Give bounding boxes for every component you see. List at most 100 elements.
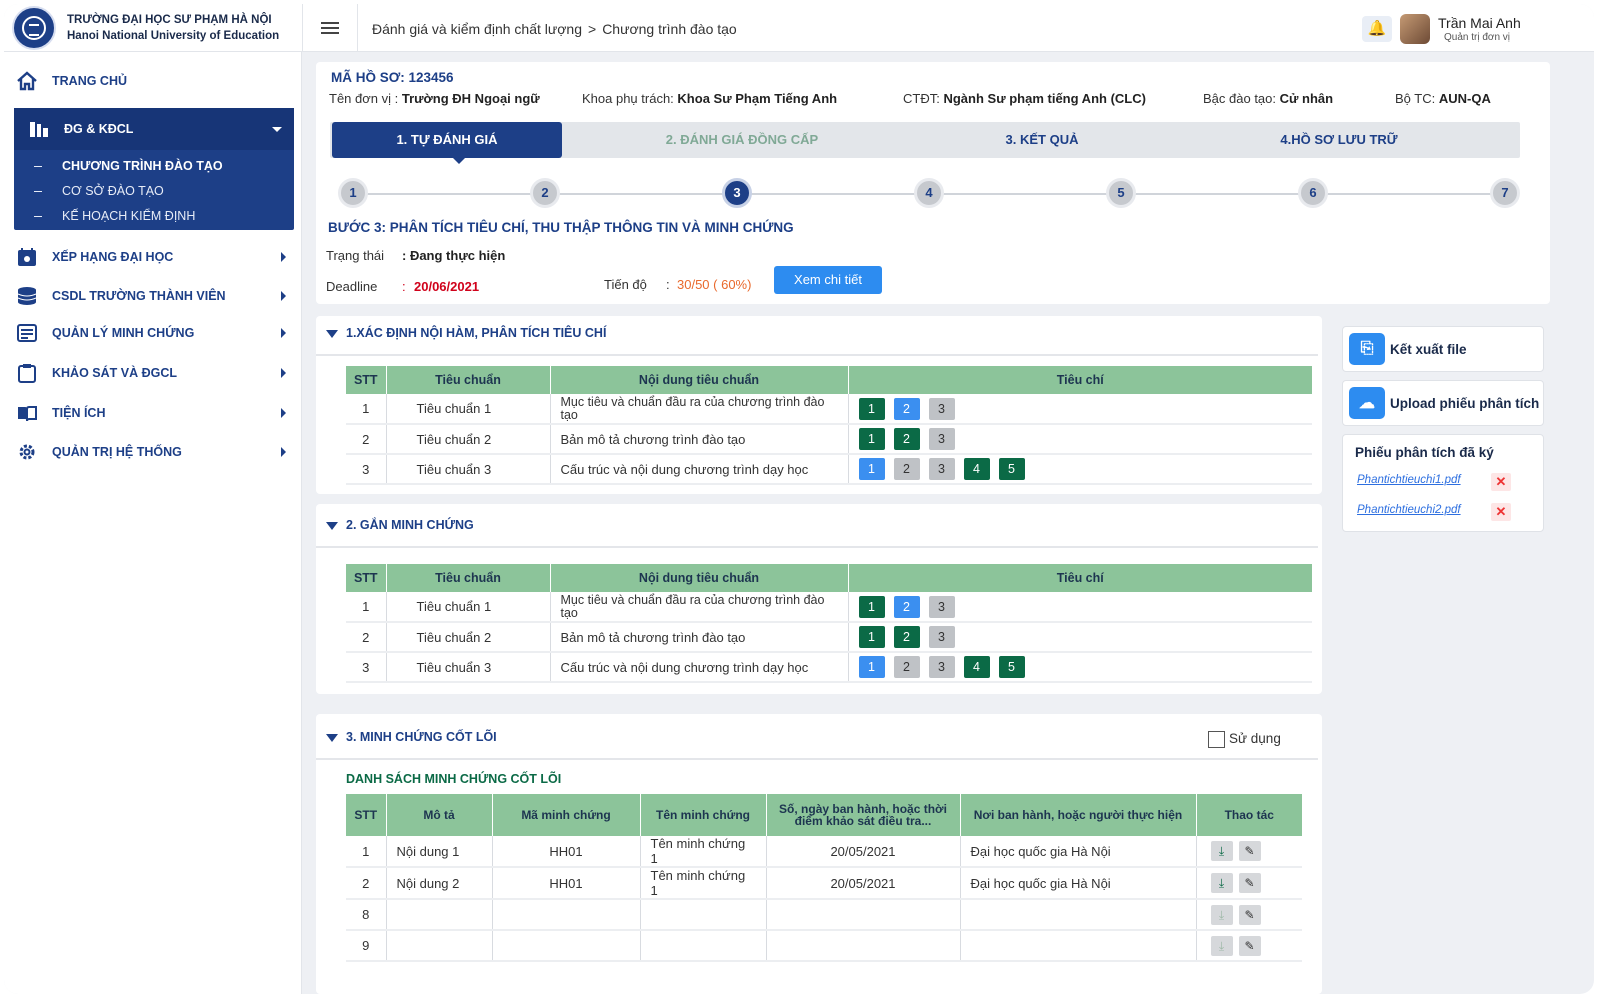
sidebar-subitem-label: CƠ SỞ ĐÀO TẠO bbox=[62, 184, 164, 198]
criteria-chip[interactable]: 1 bbox=[858, 595, 885, 618]
cell-standard: Tiêu chuẩn 2 bbox=[386, 622, 551, 653]
tab-archive[interactable]: 4.HỒ SƠ LƯU TRỮ bbox=[1162, 122, 1516, 158]
sidebar-item-home[interactable]: TRANG CHỦ bbox=[16, 70, 296, 92]
download-icon[interactable]: ⤓ bbox=[1210, 873, 1233, 893]
file-link-2[interactable]: Phantichtieuchi2.pdf bbox=[1357, 504, 1461, 516]
criteria-chip[interactable]: 1 bbox=[858, 397, 885, 420]
books-icon bbox=[30, 122, 48, 137]
section-2-header[interactable]: 2. GẮN MINH CHỨNG bbox=[326, 518, 474, 532]
cell-content: Mục tiêu và chuẩn đầu ra của chương trìn… bbox=[550, 394, 849, 425]
user-name[interactable]: Trần Mai Anh bbox=[1438, 15, 1521, 31]
download-icon[interactable]: ⤓ bbox=[1210, 935, 1233, 956]
cell-criteria-chips: 12345 bbox=[848, 454, 1312, 485]
sidebar-subitem-program[interactable]: CHƯƠNG TRÌNH ĐÀO TẠO bbox=[34, 159, 223, 173]
use-toggle[interactable]: Sử dụng bbox=[1208, 731, 1281, 748]
file-link-1[interactable]: Phantichtieuchi1.pdf bbox=[1357, 474, 1461, 486]
criteria-chip[interactable]: 1 bbox=[858, 458, 885, 480]
sidebar-item-member-db[interactable]: CSDL TRƯỜNG THÀNH VIÊN bbox=[16, 285, 296, 307]
step-5[interactable]: 5 bbox=[1106, 178, 1136, 208]
download-icon[interactable]: ⤓ bbox=[1210, 904, 1233, 925]
profile-unit-label: Tên đơn vị : bbox=[329, 91, 399, 106]
criteria-chip[interactable]: 2 bbox=[893, 626, 920, 648]
cell-description: Nội dung 2 bbox=[386, 867, 493, 900]
cell-stt: 2 bbox=[346, 622, 387, 653]
avatar[interactable] bbox=[1400, 14, 1430, 44]
criteria-chip[interactable]: 5 bbox=[998, 656, 1025, 678]
criteria-chip[interactable]: 3 bbox=[928, 458, 955, 480]
sidebar-subitem-institution[interactable]: CƠ SỞ ĐÀO TẠO bbox=[34, 184, 164, 198]
sidebar-group-dg-kdcl: ĐG & KĐCL CHƯƠNG TRÌNH ĐÀO TẠO CƠ SỞ ĐÀO… bbox=[14, 108, 294, 230]
sidebar-item-survey[interactable]: KHẢO SÁT VÀ ĐGCL bbox=[16, 362, 296, 384]
step-2[interactable]: 2 bbox=[530, 178, 560, 208]
sidebar-item-label: TRANG CHỦ bbox=[52, 74, 127, 88]
chevron-right-icon bbox=[281, 252, 286, 262]
export-file-button[interactable]: ⎘ Kết xuất file bbox=[1342, 326, 1544, 372]
criteria-chip[interactable]: 3 bbox=[928, 626, 955, 648]
criteria-chip[interactable]: 1 bbox=[858, 656, 885, 678]
list-board-icon bbox=[17, 324, 37, 342]
remove-file-2-close-icon[interactable]: ✕ bbox=[1491, 503, 1511, 521]
criteria-chip[interactable]: 1 bbox=[858, 428, 885, 450]
chevron-right-icon bbox=[281, 328, 286, 338]
notification-bell-icon[interactable]: 🔔 bbox=[1362, 16, 1392, 42]
tab-peer-assessment[interactable]: 2. ĐÁNH GIÁ ĐỒNG CẤP bbox=[562, 122, 922, 158]
criteria-chip[interactable]: 1 bbox=[858, 626, 885, 648]
remove-file-1-close-icon[interactable]: ✕ bbox=[1491, 473, 1511, 491]
chevron-right-icon bbox=[281, 291, 286, 301]
university-logo-icon bbox=[12, 6, 56, 50]
criteria-chip[interactable]: 2 bbox=[893, 595, 920, 618]
col-content: Nội dung tiêu chuẩn bbox=[550, 366, 849, 394]
section-1-header[interactable]: 1.XÁC ĐỊNH NỘI HÀM, PHÂN TÍCH TIÊU CHÍ bbox=[326, 326, 606, 340]
criteria-chip[interactable]: 3 bbox=[928, 656, 955, 678]
progress-colon: : bbox=[666, 277, 670, 292]
criteria-chip[interactable]: 2 bbox=[893, 458, 920, 480]
sidebar-item-system-admin[interactable]: QUẢN TRỊ HỆ THỐNG bbox=[16, 441, 296, 463]
step-1[interactable]: 1 bbox=[338, 178, 368, 208]
cell-actions: ⤓ ✎ bbox=[1196, 899, 1302, 931]
col-stt: STT bbox=[346, 564, 387, 592]
sidebar-item-evidence[interactable]: QUẢN LÝ MINH CHỨNG bbox=[16, 322, 296, 344]
sidebar-subitem-plan[interactable]: KẾ HOẠCH KIỂM ĐỊNH bbox=[34, 209, 195, 223]
tab-self-assessment[interactable]: 1. TỰ ĐÁNH GIÁ bbox=[332, 122, 562, 158]
criteria-chip[interactable]: 3 bbox=[928, 595, 955, 618]
cell-issuer bbox=[960, 930, 1197, 962]
criteria-chip[interactable]: 2 bbox=[893, 428, 920, 450]
step-7[interactable]: 7 bbox=[1490, 178, 1520, 208]
section-core-evidence: 3. MINH CHỨNG CỐT LÕI Sử dụng DANH SÁCH … bbox=[316, 714, 1322, 994]
edit-pencil-icon[interactable]: ✎ bbox=[1238, 904, 1261, 925]
cell-standard: Tiêu chuẩn 1 bbox=[386, 592, 551, 623]
view-detail-button[interactable]: Xem chi tiết bbox=[774, 266, 882, 294]
breadcrumb-item-quality[interactable]: Đánh giá và kiểm định chất lượng bbox=[372, 21, 582, 37]
criteria-chip[interactable]: 3 bbox=[928, 397, 955, 420]
edit-pencil-icon[interactable]: ✎ bbox=[1238, 873, 1261, 893]
step-4[interactable]: 4 bbox=[914, 178, 944, 208]
sidebar-item-utilities[interactable]: TIỆN ÍCH bbox=[16, 402, 296, 424]
criteria-chip[interactable]: 3 bbox=[928, 428, 955, 450]
profile-unit: Tên đơn vị : Trường ĐH Ngoại ngữ bbox=[329, 91, 540, 106]
criteria-chip[interactable]: 2 bbox=[893, 656, 920, 678]
section-3-header[interactable]: 3. MINH CHỨNG CỐT LÕI bbox=[326, 730, 497, 744]
cell-stt: 2 bbox=[346, 424, 387, 455]
deadline-value: 20/06/2021 bbox=[414, 279, 480, 294]
upload-analysis-button[interactable]: ☁ Upload phiếu phân tích bbox=[1342, 380, 1544, 426]
edit-pencil-icon[interactable]: ✎ bbox=[1238, 935, 1261, 956]
criteria-chip[interactable]: 5 bbox=[998, 458, 1025, 480]
sidebar-item-ranking[interactable]: XẾP HẠNG ĐẠI HỌC bbox=[16, 246, 296, 268]
criteria-chip[interactable]: 4 bbox=[963, 656, 990, 678]
profile-faculty-label: Khoa phụ trách: bbox=[582, 91, 674, 106]
sidebar-item-label: TIỆN ÍCH bbox=[52, 406, 106, 420]
brand-line-2: Hanoi National University of Education bbox=[67, 30, 280, 42]
step-3[interactable]: 3 bbox=[722, 178, 752, 208]
criteria-chip[interactable]: 2 bbox=[893, 397, 920, 420]
download-icon[interactable]: ⤓ bbox=[1210, 841, 1233, 861]
hamburger-menu-icon[interactable] bbox=[302, 4, 358, 52]
sidebar-item-dg-kdcl[interactable]: ĐG & KĐCL bbox=[14, 108, 294, 150]
cell-standard: Tiêu chuẩn 3 bbox=[386, 652, 551, 683]
edit-pencil-icon[interactable]: ✎ bbox=[1238, 841, 1261, 861]
criteria-chip[interactable]: 4 bbox=[963, 458, 990, 480]
use-checkbox[interactable] bbox=[1208, 731, 1225, 748]
cell-stt: 1 bbox=[346, 836, 387, 868]
tab-results[interactable]: 3. KẾT QUẢ bbox=[922, 122, 1162, 158]
table-row: 1 Tiêu chuẩn 1 Mục tiêu và chuẩn đầu ra … bbox=[346, 394, 1312, 425]
step-6[interactable]: 6 bbox=[1298, 178, 1328, 208]
